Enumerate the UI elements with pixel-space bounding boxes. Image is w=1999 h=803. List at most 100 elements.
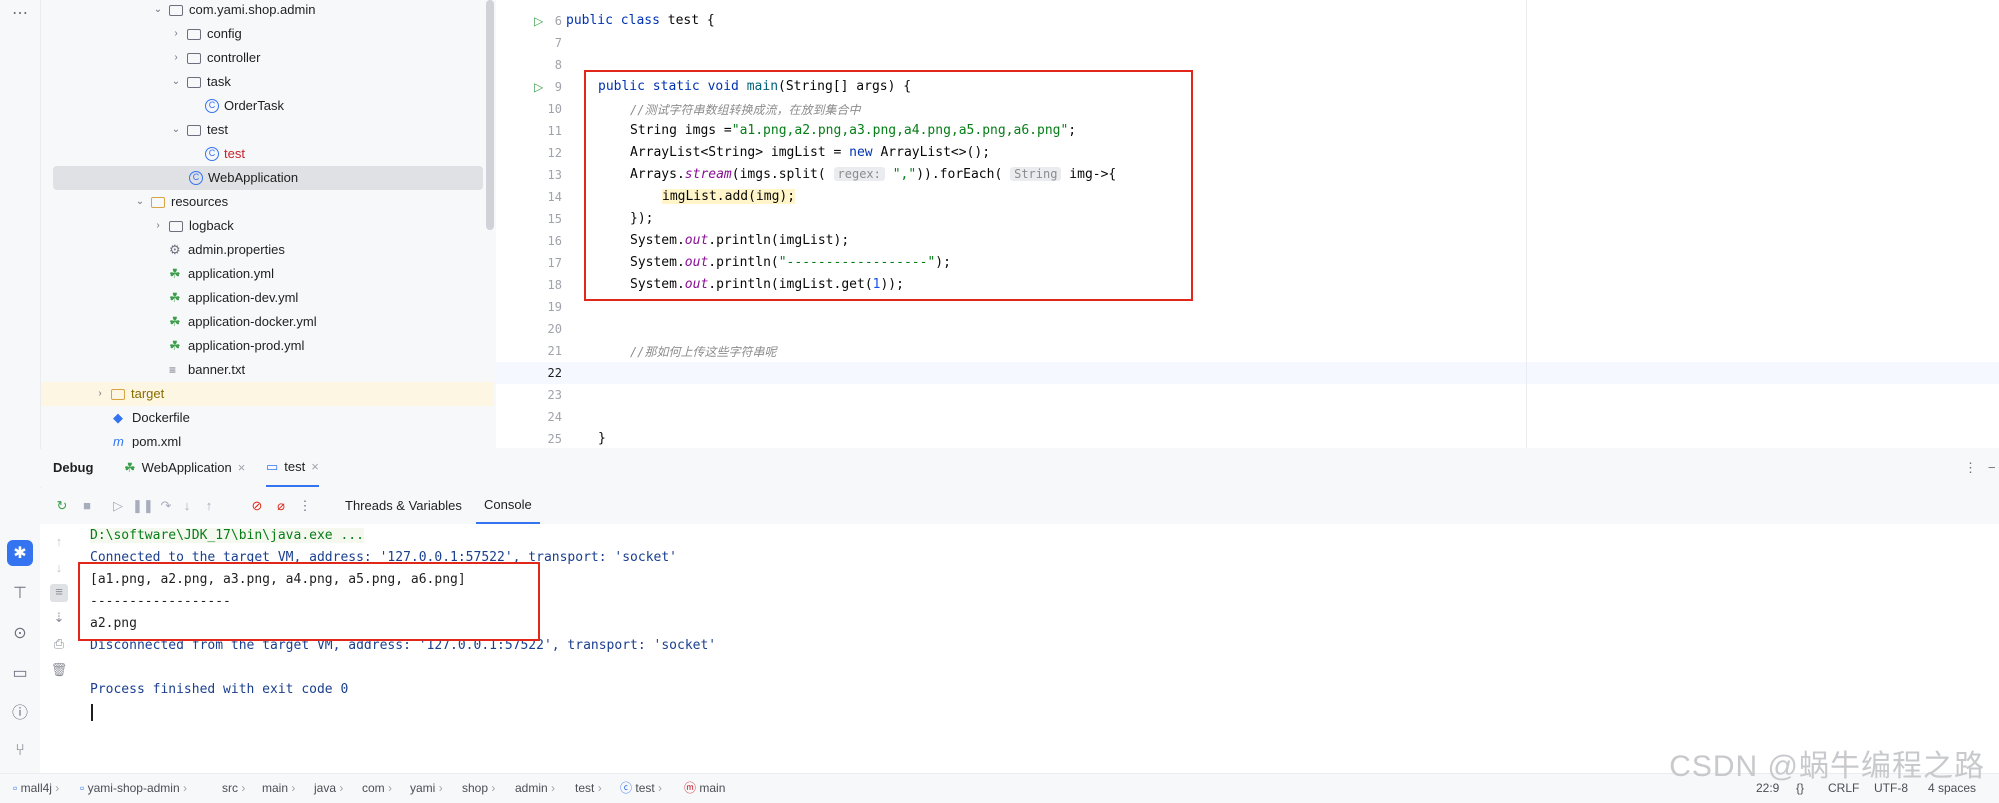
tree-item[interactable]: ☘ application-prod.yml bbox=[165, 334, 304, 358]
tree-item[interactable]: › logback bbox=[151, 214, 234, 238]
build-icon[interactable]: ⊤ bbox=[7, 580, 33, 606]
more-icon[interactable]: ⋮ bbox=[296, 497, 314, 515]
tree-item[interactable]: › controller bbox=[169, 46, 260, 70]
close-icon[interactable]: × bbox=[311, 448, 319, 486]
annotation-box bbox=[584, 70, 1193, 301]
annotation-box bbox=[78, 562, 540, 641]
soft-wrap-icon[interactable]: ≡ bbox=[50, 584, 68, 602]
chevron-right-icon: › bbox=[174, 52, 178, 63]
breadcrumb-label: shop bbox=[462, 781, 489, 795]
view-breakpoints-icon[interactable]: ⊘ bbox=[248, 497, 266, 515]
tree-item[interactable]: C OrderTask bbox=[201, 94, 284, 118]
code-line: } bbox=[598, 431, 606, 446]
tree-item[interactable]: ☘ application-docker.yml bbox=[165, 310, 317, 334]
package-icon bbox=[187, 76, 201, 88]
breadcrumb-item[interactable]: ⓜ main bbox=[684, 774, 725, 803]
tab-label: WebApplication bbox=[141, 460, 232, 475]
clear-all-icon[interactable]: 🗑 bbox=[50, 662, 68, 680]
debug-tab-webapplication[interactable]: ☘ WebApplication × bbox=[124, 449, 245, 487]
line-number: 16 bbox=[547, 234, 562, 248]
breadcrumb-label: yami-shop-admin bbox=[87, 781, 180, 795]
debug-tab-test[interactable]: ▭ test × bbox=[266, 449, 319, 487]
right-margin-guide bbox=[1526, 0, 1527, 448]
breadcrumb-item[interactable]: main › bbox=[262, 774, 295, 803]
tree-item[interactable]: ☘ application.yml bbox=[165, 262, 274, 286]
breadcrumb-item[interactable]: com › bbox=[362, 774, 392, 803]
excluded-folder-icon bbox=[111, 388, 125, 400]
more-icon[interactable]: ⋯ bbox=[7, 0, 33, 26]
line-number: 8 bbox=[554, 58, 562, 72]
tree-item[interactable]: ⚙ admin.properties bbox=[165, 238, 285, 262]
tree-item-label: config bbox=[207, 26, 242, 41]
line-number: 9 bbox=[554, 80, 562, 94]
line-number: 24 bbox=[547, 410, 562, 424]
breadcrumb-item[interactable]: java › bbox=[314, 774, 343, 803]
down-arrow-icon[interactable]: ↓ bbox=[50, 560, 68, 578]
resume-icon[interactable]: ▷ bbox=[109, 497, 127, 515]
tree-item[interactable]: ⌄ com.yami.shop.admin bbox=[151, 0, 316, 22]
tab-threads-variables[interactable]: Threads & Variables bbox=[345, 488, 462, 524]
mute-breakpoints-icon[interactable]: ⌀ bbox=[272, 497, 290, 515]
tree-item[interactable]: m pom.xml bbox=[109, 430, 181, 448]
breadcrumb-item[interactable]: admin › bbox=[515, 774, 555, 803]
breadcrumb-item[interactable]: ⓒ test › bbox=[620, 774, 662, 803]
tree-scrollbar[interactable] bbox=[486, 0, 494, 230]
tree-item[interactable]: ⌄ resources bbox=[133, 190, 228, 214]
module-icon: ▫ bbox=[80, 781, 85, 795]
folder-icon bbox=[169, 220, 183, 232]
tree-item-selected[interactable]: C WebApplication bbox=[53, 166, 483, 190]
breadcrumb-item[interactable]: src › bbox=[222, 774, 245, 803]
more-options-icon[interactable]: ⋮ bbox=[1964, 449, 1977, 487]
tree-item-label: logback bbox=[189, 218, 234, 233]
code-comment: //那如何上传这些字符串呢 bbox=[630, 345, 777, 359]
stop-icon[interactable]: ■ bbox=[78, 497, 96, 515]
services-icon[interactable]: ⊙ bbox=[7, 620, 33, 646]
breadcrumb-item[interactable]: shop › bbox=[462, 774, 495, 803]
close-icon[interactable]: × bbox=[238, 449, 246, 487]
minimize-icon[interactable]: − bbox=[1988, 449, 1996, 487]
tree-item[interactable]: › config bbox=[169, 22, 242, 46]
package-icon bbox=[187, 124, 201, 136]
tree-item[interactable]: ≡ banner.txt bbox=[165, 358, 245, 382]
breadcrumb-item[interactable]: yami › bbox=[410, 774, 443, 803]
breadcrumb-item[interactable]: test › bbox=[575, 774, 602, 803]
step-over-icon[interactable]: ↷ bbox=[157, 497, 175, 515]
scroll-to-end-icon[interactable]: ⇣ bbox=[50, 610, 68, 628]
tree-item-label: banner.txt bbox=[188, 362, 246, 377]
print-icon[interactable]: ⎙ bbox=[50, 636, 68, 654]
pause-icon[interactable]: ❚❚ bbox=[132, 497, 154, 515]
terminal-icon[interactable]: ▭ bbox=[7, 660, 33, 686]
console-output[interactable]: D:\software\JDK_17\bin\java.exe ... Conn… bbox=[78, 524, 1999, 773]
run-gutter-icon[interactable]: ▷ bbox=[534, 80, 543, 94]
watermark-text: CSDN @蜗牛编程之路 bbox=[1669, 750, 1985, 783]
up-arrow-icon[interactable]: ↑ bbox=[50, 534, 68, 552]
line-number: 7 bbox=[554, 36, 562, 50]
line-number: 12 bbox=[547, 146, 562, 160]
breadcrumb-item[interactable]: ▫ yami-shop-admin › bbox=[80, 774, 187, 803]
tree-item[interactable]: ⌄ task bbox=[169, 70, 231, 94]
tree-item-label: application-dev.yml bbox=[188, 290, 299, 305]
debug-tool-icon[interactable]: ✱ bbox=[7, 540, 33, 566]
tab-console[interactable]: Console bbox=[476, 488, 540, 524]
debug-toolbar: ↻ ■ ▷ ❚❚ ↷ ↓ ↑ ⊘ ⌀ ⋮ Threads & Variables… bbox=[40, 488, 1999, 525]
breadcrumb-item[interactable]: ▫ mall4j › bbox=[13, 774, 59, 803]
tree-item[interactable]: ⌄ test bbox=[169, 118, 228, 142]
tree-item[interactable]: Ctest bbox=[201, 142, 245, 166]
git-icon[interactable]: ⑂ bbox=[7, 738, 33, 764]
rerun-icon[interactable]: ↻ bbox=[53, 497, 71, 515]
console-line: D:\software\JDK_17\bin\java.exe ... bbox=[90, 528, 364, 543]
resources-folder-icon bbox=[151, 196, 165, 208]
docker-icon: ◆ bbox=[113, 410, 123, 425]
code-editor[interactable]: 6 7 8 9 10 11 12 13 14 15 16 17 18 19 20… bbox=[496, 0, 1999, 448]
code-text: test { bbox=[667, 13, 715, 28]
tree-item-label: application-prod.yml bbox=[188, 338, 305, 353]
problems-icon[interactable]: ⓘ bbox=[7, 698, 33, 724]
step-into-icon[interactable]: ↓ bbox=[178, 497, 196, 515]
line-number: 10 bbox=[547, 102, 562, 116]
run-gutter-icon[interactable]: ▷ bbox=[534, 14, 543, 28]
tree-item[interactable]: ◆ Dockerfile bbox=[109, 406, 190, 430]
tree-item[interactable]: › target bbox=[41, 382, 494, 406]
tree-item[interactable]: ☘ application-dev.yml bbox=[165, 286, 298, 310]
tab-label: test bbox=[284, 459, 306, 474]
step-out-icon[interactable]: ↑ bbox=[200, 497, 218, 515]
